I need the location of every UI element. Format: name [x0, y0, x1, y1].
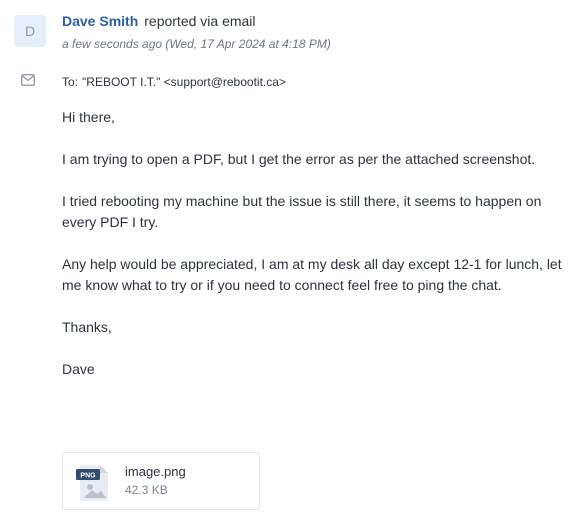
- timestamp: a few seconds ago (Wed, 17 Apr 2024 at 4…: [62, 37, 331, 51]
- message-body: Hi there, I am trying to open a PDF, but…: [62, 107, 562, 401]
- attachment-card[interactable]: PNG image.png 42.3 KB: [62, 452, 260, 510]
- message-paragraph: I tried rebooting my machine but the iss…: [62, 193, 542, 230]
- image-file-icon: PNG: [76, 465, 108, 501]
- reported-via-text: reported via email: [144, 13, 256, 29]
- envelope-icon: [21, 74, 35, 86]
- recipient-address: "REBOOT I.T." <support@rebootit.ca>: [82, 75, 286, 89]
- message-paragraph: Dave: [62, 361, 95, 377]
- ticket-header: Dave Smith reported via email a few secon…: [62, 12, 569, 52]
- sender-name-link[interactable]: Dave Smith: [62, 13, 138, 29]
- message-paragraph: Thanks,: [62, 319, 112, 335]
- avatar[interactable]: D: [14, 15, 46, 47]
- recipient-line: To: "REBOOT I.T." <support@rebootit.ca>: [62, 74, 286, 90]
- attachment-name[interactable]: image.png: [125, 464, 186, 480]
- attachment-size: 42.3 KB: [125, 483, 168, 497]
- message-paragraph: I am trying to open a PDF, but I get the…: [62, 151, 536, 167]
- avatar-initial: D: [24, 23, 36, 39]
- to-label: To:: [62, 75, 79, 89]
- message-paragraph: Any help would be appreciated, I am at m…: [62, 256, 562, 293]
- message-paragraph: Hi there,: [62, 109, 115, 125]
- file-type-badge: PNG: [80, 473, 96, 480]
- sender-line: Dave Smith reported via email: [62, 12, 569, 30]
